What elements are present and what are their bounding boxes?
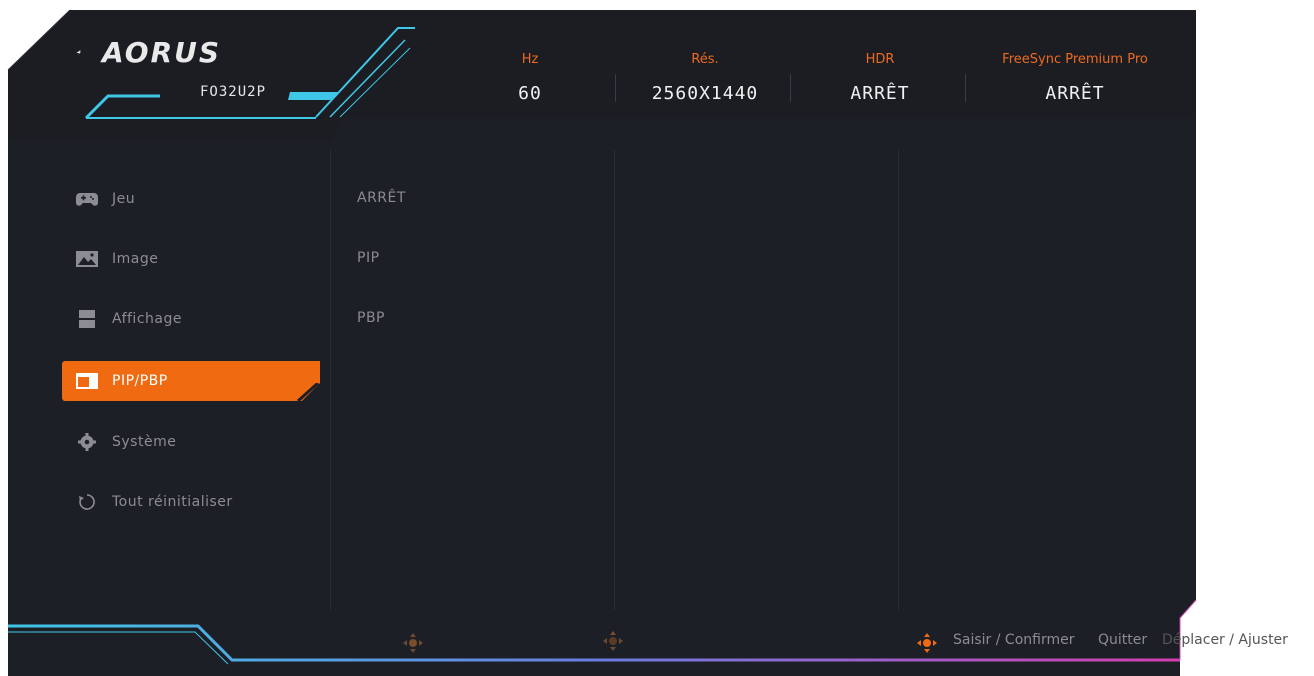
stat-label: Hz (521, 52, 539, 67)
pip-icon (76, 372, 98, 390)
menu-item-label: Jeu (112, 191, 136, 207)
display-icon (76, 310, 98, 328)
menu-item-label: Image (112, 251, 159, 267)
menu-item-reset[interactable]: Tout réinitialiser (62, 482, 320, 522)
stat-hdr: HDR ARRÊT (820, 51, 940, 104)
joystick-enter-icon (403, 633, 423, 653)
osd-menu: AORUS FO32U2P Hz 60 Rés. 2560X1440 HDR A… (0, 0, 1314, 676)
divider (790, 74, 791, 102)
submenu-option-arret[interactable]: ARRÊT (357, 190, 406, 206)
stat-value: ARRÊT (850, 83, 910, 104)
hint-exit: Quitter (1098, 632, 1148, 648)
brand-logo: AORUS (102, 36, 222, 69)
hint-enter-confirm: Saisir / Confirmer (953, 632, 1075, 648)
stat-resolution: Rés. 2560X1440 (625, 51, 785, 104)
gamepad-icon (76, 190, 98, 208)
submenu-option-pip[interactable]: PIP (357, 250, 380, 266)
stat-label: FreeSync Premium Pro (1002, 52, 1148, 67)
menu-item-label: PIP/PBP (112, 373, 168, 389)
divider (615, 74, 616, 102)
menu-item-label: Tout réinitialiser (112, 494, 233, 510)
divider (965, 74, 966, 102)
hint-move-adjust: Déplacer / Ajuster (1162, 632, 1288, 648)
stat-label: Rés. (691, 52, 719, 67)
stat-value: 2560X1440 (651, 83, 759, 104)
picture-icon (76, 250, 98, 268)
column-divider (898, 150, 899, 610)
active-corner-accent (296, 383, 320, 403)
menu-item-jeu[interactable]: Jeu (62, 179, 320, 219)
column-divider (330, 150, 331, 610)
gear-icon (76, 433, 98, 451)
stat-refresh-rate: Hz 60 (480, 51, 580, 104)
menu-item-affichage[interactable]: Affichage (62, 299, 320, 339)
monitor-model: FO32U2P (200, 84, 267, 100)
stat-label: HDR (865, 52, 895, 67)
stat-value: 60 (518, 83, 542, 104)
menu-item-systeme[interactable]: Système (62, 422, 320, 462)
submenu-option-pbp[interactable]: PBP (357, 310, 385, 326)
reset-icon (76, 493, 98, 511)
menu-item-label: Affichage (112, 311, 182, 327)
stat-freesync: FreeSync Premium Pro ARRÊT (975, 51, 1175, 104)
column-divider (614, 150, 615, 610)
stat-value: ARRÊT (1045, 83, 1105, 104)
menu-item-pip-pbp[interactable]: PIP/PBP (62, 361, 320, 401)
menu-item-label: Système (112, 434, 177, 450)
joystick-move-icon (917, 633, 937, 653)
joystick-exit-icon (603, 631, 623, 651)
menu-item-image[interactable]: Image (62, 239, 320, 279)
